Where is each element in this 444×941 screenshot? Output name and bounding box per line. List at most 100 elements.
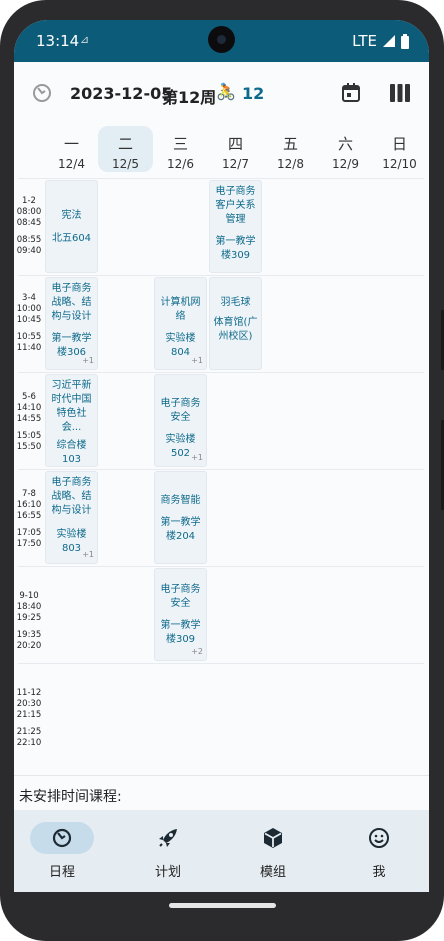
time-slot: 7-8 16:10 16:55 17:05 17:50	[16, 489, 42, 549]
day-thu[interactable]: 四 12/7	[208, 126, 263, 172]
nav-pill	[136, 822, 200, 854]
status-right: LTE	[352, 32, 409, 50]
nav-label: 计划	[154, 865, 181, 880]
course-name: 电子商务安全	[160, 398, 201, 423]
rocket-icon	[159, 829, 177, 847]
date-label: 12/10	[382, 157, 417, 171]
nav-label: 模组	[259, 865, 286, 880]
course-name: 商务智能	[160, 495, 201, 506]
course-card[interactable]: 商务智能 第一教学楼204	[154, 471, 207, 564]
time-slot: 3-4 10:00 10:45 10:55 11:40	[16, 293, 42, 353]
phone-frame: 13:14 ⊿ LTE 2023-12-05 第12周 🚴 12 一 12/4 …	[0, 0, 444, 941]
gesture-bar[interactable]	[169, 903, 276, 908]
nav-label: 我	[372, 865, 386, 880]
weekday-label: 日	[391, 135, 407, 153]
day-fri[interactable]: 五 12/8	[263, 126, 318, 172]
course-card[interactable]: 宪法 北五604	[45, 180, 98, 273]
weekday-label: 六	[337, 135, 353, 153]
course-room: 第一教学楼204	[160, 517, 201, 542]
date-label: 12/4	[58, 157, 85, 171]
status-time: 13:14	[36, 32, 80, 50]
signal-small-icon: ⊿	[80, 33, 90, 46]
unscheduled-label: 未安排时间课程:	[19, 789, 122, 805]
grid-divider	[18, 469, 424, 470]
course-room: 综合楼103	[56, 440, 87, 465]
day-mon[interactable]: 一 12/4	[44, 126, 99, 172]
date-label: 12/6	[167, 157, 194, 171]
more-badge: +2	[191, 647, 203, 656]
divider	[14, 775, 429, 776]
course-card[interactable]: 计算机网络 实验楼804 +1	[154, 277, 207, 370]
course-card[interactable]: 电子商务安全 第一教学楼309 +2	[154, 568, 207, 661]
battery-icon	[401, 33, 409, 49]
course-card[interactable]: 电子商务战略、结构与设计 实验楼803 +1	[45, 471, 98, 564]
day-wed[interactable]: 三 12/6	[153, 126, 208, 172]
more-badge: +1	[82, 356, 94, 365]
time-slot: 9-10 18:40 19:25 19:35 20:20	[16, 591, 42, 651]
weekday-label: 五	[282, 135, 298, 153]
course-card[interactable]: 电子商务安全 实验楼502 +1	[154, 374, 207, 467]
signal-icon	[383, 35, 395, 47]
course-name: 电子商务战略、结构与设计	[51, 477, 92, 516]
course-name: 电子商务安全	[160, 584, 201, 609]
nav-pill	[241, 822, 305, 854]
day-tue[interactable]: 二 12/5	[98, 126, 153, 172]
timer-icon[interactable]	[28, 79, 56, 107]
weekday-label: 四	[227, 135, 243, 153]
course-card[interactable]: 羽毛球 体育馆(广州校区)	[209, 277, 262, 370]
course-card[interactable]: 习近平新时代中国特色社会... 综合楼103	[45, 374, 98, 467]
time-slot: 1-2 08:00 08:45 08:55 09:40	[16, 196, 42, 256]
weekday-label: 二	[117, 135, 133, 153]
course-name: 习近平新时代中国特色社会...	[51, 380, 92, 433]
weekday-label: 三	[172, 135, 188, 153]
grid-divider	[18, 566, 424, 567]
grid-divider	[18, 178, 424, 179]
current-date: 2023-12-05	[70, 84, 173, 103]
grid-divider	[18, 275, 424, 276]
timer-nav-icon	[52, 828, 72, 848]
more-badge: +1	[191, 356, 203, 365]
grid-divider	[18, 372, 424, 373]
nav-me[interactable]: 我	[339, 822, 419, 880]
time-slot: 11-12 20:30 21:15 21:25 22:10	[16, 688, 42, 748]
weekday-label: 一	[63, 135, 79, 153]
day-sat[interactable]: 六 12/9	[318, 126, 373, 172]
view-columns-icon[interactable]	[386, 79, 414, 107]
week-day-header: 一 12/4 二 12/5 三 12/6 四 12/7 五 12/8 六 12/9 日 12/…	[14, 124, 429, 176]
status-bar: 13:14 ⊿ LTE	[14, 20, 429, 62]
course-room: 北五604	[51, 233, 92, 244]
course-name: 计算机网络	[160, 297, 201, 322]
course-name: 电子商务客户关系管理	[215, 186, 256, 225]
time-slot: 5-6 14:10 14:55 15:05 15:50	[16, 392, 42, 452]
network-label: LTE	[352, 32, 377, 50]
smiley-icon	[369, 828, 389, 848]
week-number: 12	[242, 84, 265, 103]
course-name: 宪法	[61, 210, 82, 221]
course-card[interactable]: 电子商务战略、结构与设计 第一教学楼306 +1	[45, 277, 98, 370]
course-card[interactable]: 电子商务客户关系管理 第一教学楼309	[209, 180, 262, 273]
nav-plan[interactable]: 计划	[128, 822, 208, 880]
date-label: 12/5	[112, 157, 139, 171]
date-label: 12/8	[277, 157, 304, 171]
cube-icon	[264, 828, 282, 848]
front-camera	[208, 26, 235, 53]
grid-divider	[18, 663, 424, 664]
bottom-navigation: 日程 计划 模组 我	[14, 810, 429, 892]
date-label: 12/9	[332, 157, 359, 171]
week-label: 第12周	[162, 88, 217, 107]
calendar-icon[interactable]	[337, 79, 365, 107]
day-sun[interactable]: 日 12/10	[372, 126, 427, 172]
app-header: 2023-12-05 第12周 🚴 12	[14, 62, 429, 122]
course-name: 电子商务战略、结构与设计	[51, 283, 92, 322]
course-room: 第一教学楼309	[215, 236, 256, 261]
date-label: 12/7	[222, 157, 249, 171]
screen: 13:14 ⊿ LTE 2023-12-05 第12周 🚴 12 一 12/4 …	[14, 20, 429, 892]
course-room: 体育馆(广州校区)	[213, 317, 258, 342]
nav-schedule[interactable]: 日程	[22, 822, 102, 880]
course-name: 羽毛球	[220, 297, 251, 308]
more-badge: +1	[191, 453, 203, 462]
nav-modules[interactable]: 模组	[233, 822, 313, 880]
course-room: 第一教学楼309	[160, 620, 201, 645]
bike-icon: 🚴	[216, 82, 236, 101]
nav-label: 日程	[48, 865, 75, 880]
